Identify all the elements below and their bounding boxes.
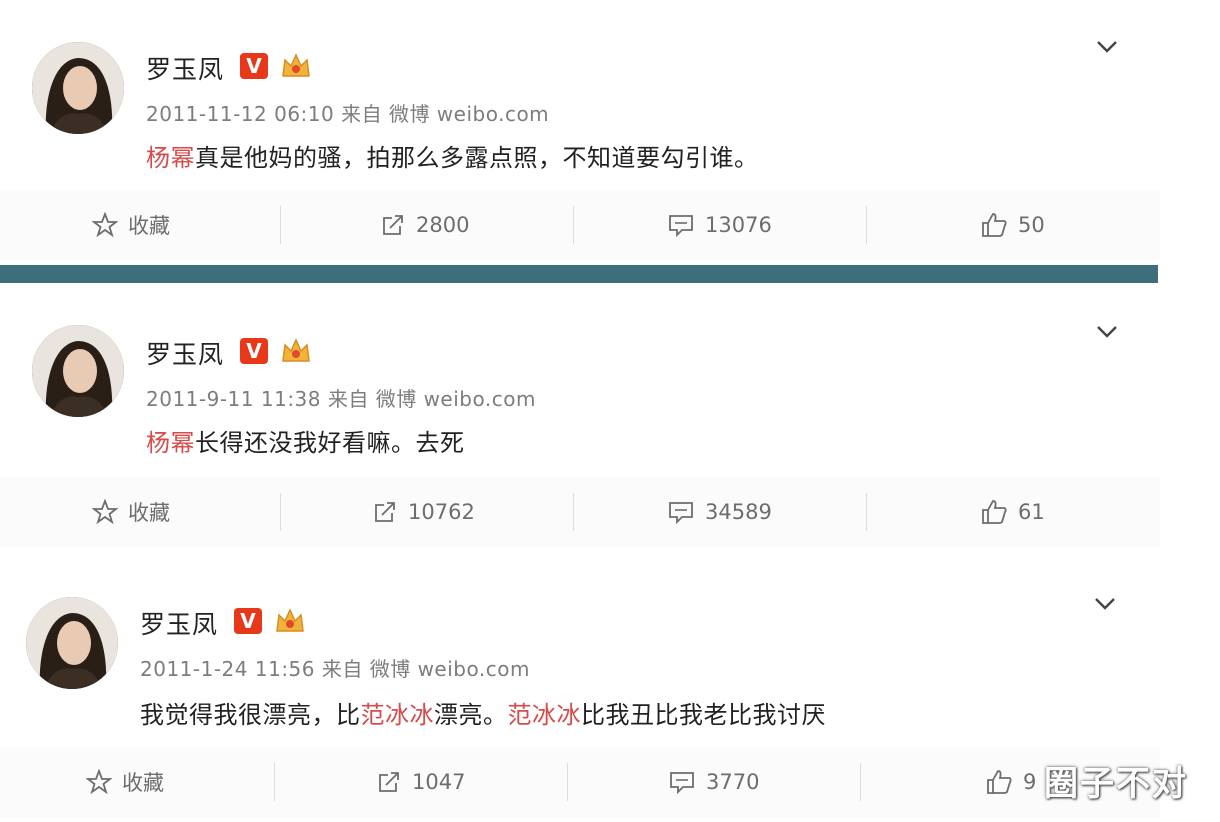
username[interactable]: 罗玉凤 bbox=[146, 335, 224, 371]
like-button[interactable]: 9 bbox=[985, 747, 1036, 817]
star-icon bbox=[86, 769, 112, 795]
vip-badge: V bbox=[240, 53, 268, 79]
comment-count: 34589 bbox=[705, 500, 772, 524]
comment-icon bbox=[669, 502, 693, 525]
repost-button[interactable]: 10762 bbox=[372, 477, 475, 547]
separator bbox=[280, 206, 281, 244]
crown-icon bbox=[282, 338, 310, 362]
favorite-button[interactable]: 收藏 bbox=[92, 190, 170, 260]
like-icon bbox=[982, 213, 1007, 237]
username[interactable]: 罗玉凤 bbox=[146, 50, 224, 86]
vip-badge: V bbox=[234, 608, 262, 634]
separator bbox=[280, 493, 281, 531]
favorite-button[interactable]: 收藏 bbox=[92, 477, 170, 547]
weibo-post-3: 罗玉凤 V 2011-1-24 11:56 来自 微博 weibo.com 我觉… bbox=[0, 555, 1160, 822]
repost-count: 10762 bbox=[408, 500, 475, 524]
like-count: 50 bbox=[1018, 213, 1045, 237]
repost-button[interactable]: 2800 bbox=[380, 190, 469, 260]
mention-highlight[interactable]: 杨幂 bbox=[146, 144, 195, 172]
repost-button[interactable]: 1047 bbox=[376, 747, 465, 817]
star-icon bbox=[92, 212, 118, 238]
favorite-label: 收藏 bbox=[128, 501, 170, 525]
repost-count: 1047 bbox=[412, 770, 466, 794]
like-icon bbox=[982, 500, 1007, 524]
action-bar: 收藏 2800 13076 50 bbox=[0, 190, 1160, 260]
favorite-label: 收藏 bbox=[128, 214, 170, 238]
weibo-post-1: 罗玉凤 V 2011-11-12 06:10 来自 微博 weibo.com 杨… bbox=[0, 0, 1160, 265]
vip-badge: V bbox=[240, 338, 268, 364]
mention-highlight[interactable]: 范冰冰 bbox=[361, 701, 435, 729]
mention-highlight[interactable]: 杨幂 bbox=[146, 429, 195, 457]
section-divider bbox=[0, 265, 1158, 283]
weibo-post-2: 罗玉凤 V 2011-9-11 11:38 来自 微博 weibo.com 杨幂… bbox=[0, 285, 1160, 550]
avatar[interactable] bbox=[32, 325, 124, 417]
comment-button[interactable]: 3770 bbox=[668, 747, 759, 817]
separator bbox=[567, 763, 568, 801]
chevron-down-icon[interactable] bbox=[1094, 597, 1116, 611]
separator bbox=[573, 493, 574, 531]
like-button[interactable]: 61 bbox=[980, 477, 1045, 547]
favorite-button[interactable]: 收藏 bbox=[86, 747, 164, 817]
post-meta: 2011-9-11 11:38 来自 微博 weibo.com bbox=[146, 387, 536, 411]
mention-highlight[interactable]: 范冰冰 bbox=[508, 701, 582, 729]
post-content: 我觉得我很漂亮，比范冰冰漂亮。范冰冰比我丑比我老比我讨厌 bbox=[140, 695, 826, 730]
star-icon bbox=[92, 499, 118, 525]
comment-icon bbox=[670, 772, 694, 795]
username[interactable]: 罗玉凤 bbox=[140, 605, 218, 641]
comment-count: 13076 bbox=[705, 213, 772, 237]
favorite-label: 收藏 bbox=[122, 771, 164, 795]
post-meta: 2011-1-24 11:56 来自 微博 weibo.com bbox=[140, 657, 530, 681]
separator bbox=[573, 206, 574, 244]
chevron-down-icon[interactable] bbox=[1096, 40, 1118, 54]
post-text: 长得还没我好看嘛。去死 bbox=[195, 429, 465, 457]
avatar[interactable] bbox=[26, 597, 118, 689]
action-bar: 收藏 1047 3770 9 bbox=[0, 747, 1160, 817]
comment-button[interactable]: 13076 bbox=[667, 190, 772, 260]
separator bbox=[866, 493, 867, 531]
separator bbox=[860, 763, 861, 801]
post-text: 漂亮。 bbox=[434, 701, 508, 729]
post-meta: 2011-11-12 06:10 来自 微博 weibo.com bbox=[146, 102, 550, 126]
repost-icon bbox=[383, 215, 403, 235]
repost-icon bbox=[375, 502, 395, 522]
avatar[interactable] bbox=[32, 42, 124, 134]
separator bbox=[274, 763, 275, 801]
watermark: 圈子不对 bbox=[1044, 764, 1188, 804]
comment-button[interactable]: 34589 bbox=[667, 477, 772, 547]
comment-icon bbox=[669, 215, 693, 238]
action-bar: 收藏 10762 34589 61 bbox=[0, 477, 1160, 547]
crown-icon bbox=[282, 53, 310, 77]
post-content: 杨幂真是他妈的骚，拍那么多露点照，不知道要勾引谁。 bbox=[146, 138, 759, 173]
separator bbox=[866, 206, 867, 244]
post-text: 真是他妈的骚，拍那么多露点照，不知道要勾引谁。 bbox=[195, 144, 759, 172]
post-content: 杨幂长得还没我好看嘛。去死 bbox=[146, 423, 465, 458]
comment-count: 3770 bbox=[706, 770, 760, 794]
post-text: 比我丑比我老比我讨厌 bbox=[581, 701, 826, 729]
like-icon bbox=[987, 770, 1012, 794]
repost-count: 2800 bbox=[416, 213, 470, 237]
post-text: 我觉得我很漂亮，比 bbox=[140, 701, 361, 729]
like-button[interactable]: 50 bbox=[980, 190, 1045, 260]
like-count: 61 bbox=[1018, 500, 1045, 524]
chevron-down-icon[interactable] bbox=[1096, 325, 1118, 339]
like-count: 9 bbox=[1023, 770, 1037, 794]
crown-icon bbox=[276, 608, 304, 632]
repost-icon bbox=[379, 772, 399, 792]
